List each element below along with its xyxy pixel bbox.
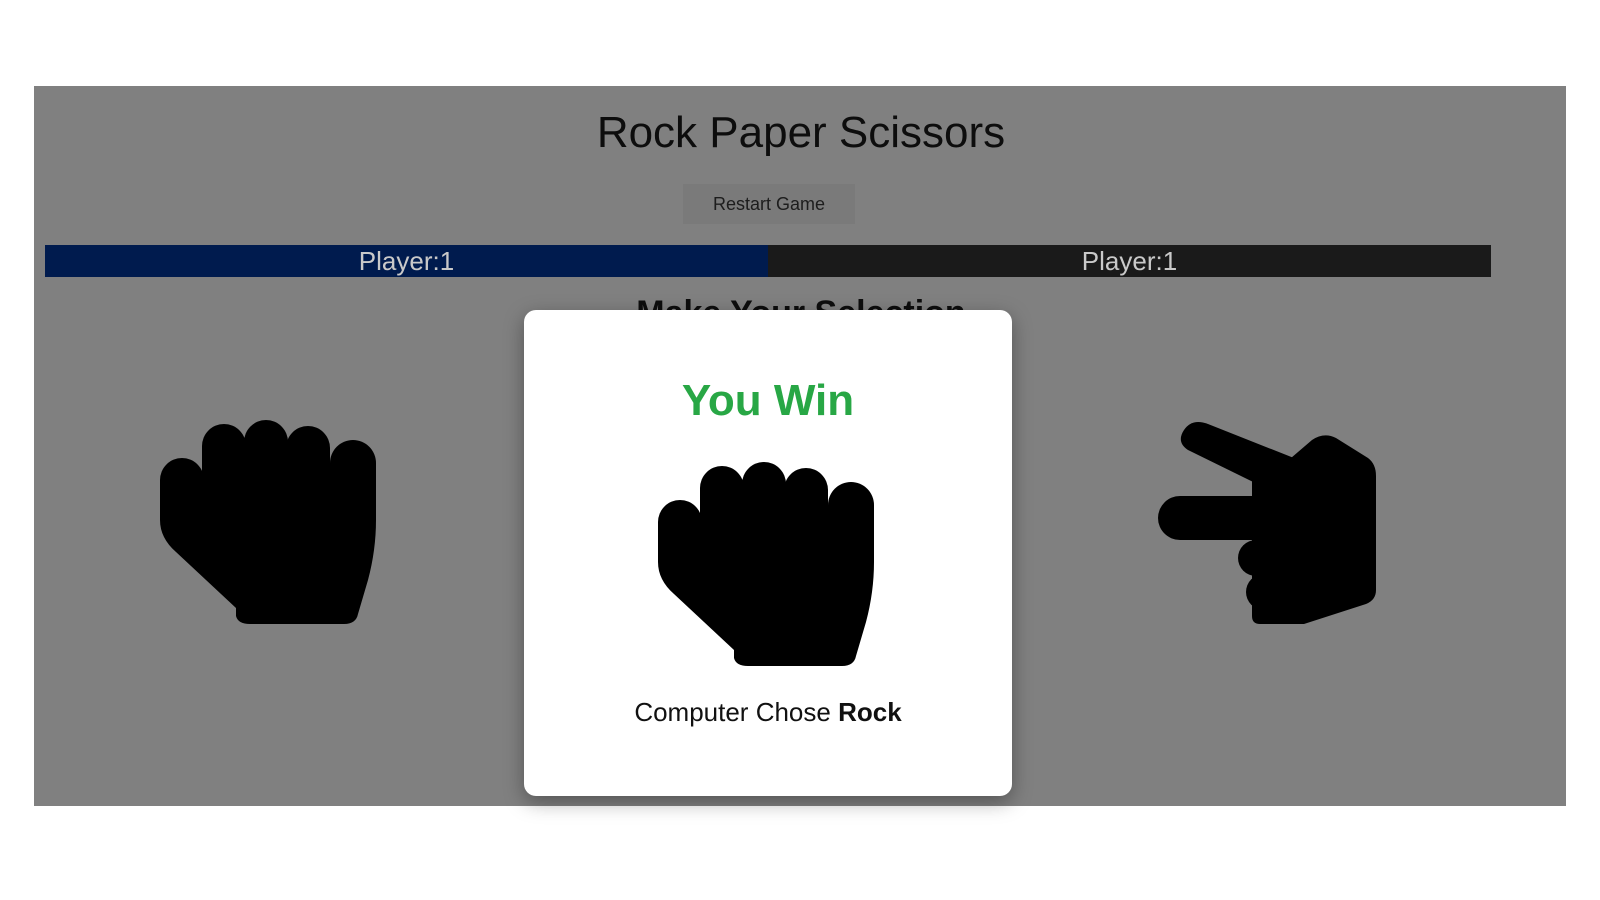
computer-choice-prefix: Computer Chose	[634, 697, 831, 727]
scissors-choice-button[interactable]	[1154, 420, 1380, 624]
page-title: Rock Paper Scissors	[596, 108, 1006, 157]
computer-choice-text: Computer Chose Rock	[524, 697, 1012, 728]
result-modal: You Win Computer Chose Rock	[524, 310, 1012, 796]
computer-score: Player:1	[768, 245, 1491, 277]
restart-game-button[interactable]: Restart Game	[683, 184, 855, 224]
player-score: Player:1	[45, 245, 768, 277]
computer-choice-icon-wrap	[656, 462, 882, 666]
rock-choice-button[interactable]	[158, 420, 384, 624]
scoreboard: Player:1 Player:1	[45, 245, 1491, 277]
result-heading: You Win	[681, 376, 855, 425]
rock-fist-icon	[160, 420, 376, 624]
scissors-hand-icon	[1158, 422, 1376, 624]
computer-choice-value: Rock	[838, 697, 902, 727]
rock-fist-icon	[658, 462, 874, 666]
